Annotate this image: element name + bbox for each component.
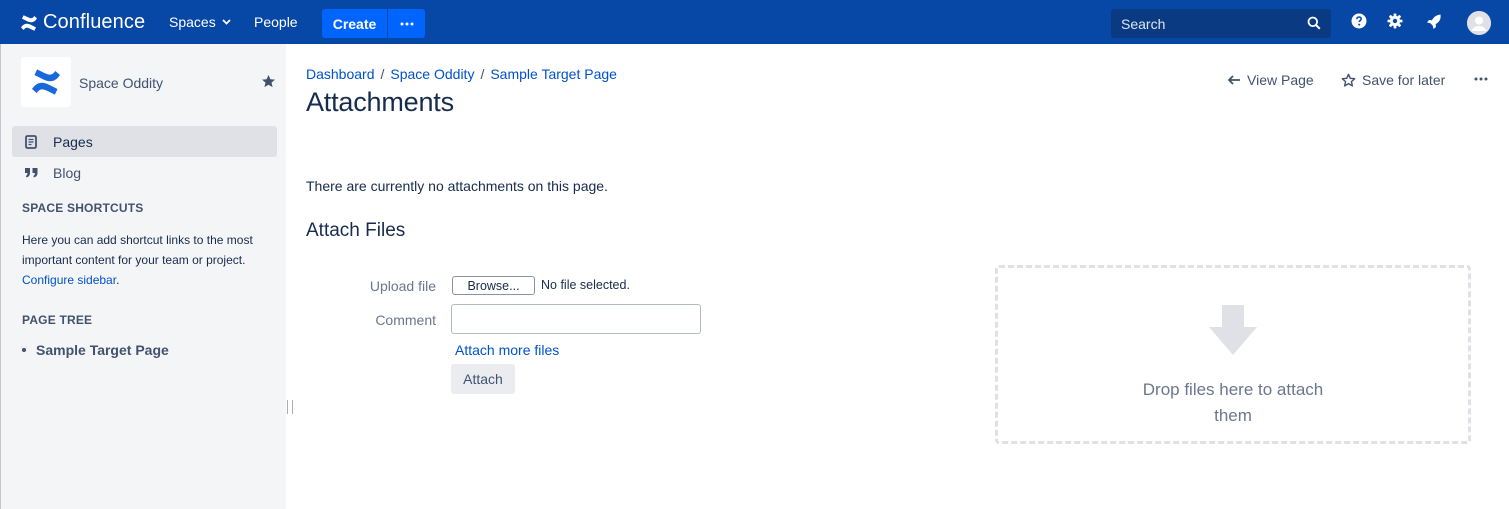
- page-tree-heading: PAGE TREE: [22, 313, 93, 327]
- sidebar-resize-handle[interactable]: [287, 400, 293, 414]
- user-avatar[interactable]: [1467, 11, 1491, 35]
- arrow-left-icon: [1228, 75, 1240, 85]
- logo-text: Confluence: [43, 11, 146, 33]
- breadcrumb: Dashboard / Space Oddity / Sample Target…: [306, 66, 617, 82]
- tree-bullet-icon: [22, 348, 26, 352]
- browse-button[interactable]: Browse...: [452, 276, 535, 295]
- search-input[interactable]: [1121, 15, 1301, 32]
- people-link-label: People: [254, 14, 298, 30]
- breadcrumb-page[interactable]: Sample Target Page: [490, 66, 617, 82]
- breadcrumb-dashboard[interactable]: Dashboard: [306, 66, 375, 82]
- sidebar-item-label: Pages: [53, 133, 93, 150]
- search-icon: [1307, 16, 1321, 30]
- quote-icon: [23, 167, 39, 178]
- spaces-menu-label: Spaces: [169, 14, 216, 30]
- drop-zone-label: Drop files here to attach them: [1142, 380, 1324, 425]
- view-page-button[interactable]: View Page: [1228, 72, 1314, 88]
- shortcuts-description: Here you can add shortcut links to the m…: [22, 233, 253, 267]
- gear-icon[interactable]: [1387, 13, 1403, 29]
- attach-more-files-link[interactable]: Attach more files: [455, 342, 559, 358]
- people-link[interactable]: People: [254, 14, 298, 30]
- confluence-logo[interactable]: Confluence: [20, 11, 145, 34]
- spaces-menu[interactable]: Spaces: [169, 14, 231, 30]
- avatar-icon: [1467, 11, 1491, 35]
- chevron-down-icon: [222, 19, 231, 25]
- save-for-later-button[interactable]: Save for later: [1341, 72, 1445, 88]
- configure-sidebar-link[interactable]: Configure sidebar: [22, 273, 116, 287]
- attach-files-heading: Attach Files: [306, 220, 406, 241]
- space-logo[interactable]: [21, 57, 71, 107]
- no-file-selected-text: No file selected.: [541, 278, 630, 292]
- top-navigation-bar: Confluence Spaces People Create: [0, 0, 1509, 44]
- space-shortcuts-heading: SPACE SHORTCUTS: [22, 201, 144, 215]
- save-for-later-label: Save for later: [1362, 72, 1446, 88]
- upload-file-label: Upload file: [369, 278, 436, 294]
- create-more-button[interactable]: [388, 9, 425, 38]
- space-shortcuts-text: Here you can add shortcut links to the m…: [22, 230, 262, 290]
- breadcrumb-space[interactable]: Space Oddity: [390, 66, 474, 82]
- tree-item[interactable]: Sample Target Page: [22, 342, 169, 358]
- confluence-logo-icon: [21, 14, 37, 31]
- notifications-rocket-icon[interactable]: [1426, 13, 1442, 29]
- file-drop-zone[interactable]: Drop files here to attach them: [995, 265, 1471, 444]
- comment-input[interactable]: [451, 304, 701, 334]
- page-title: Attachments: [306, 87, 454, 117]
- star-outline-icon: [1341, 73, 1356, 87]
- search-box[interactable]: [1111, 9, 1331, 38]
- help-icon[interactable]: [1351, 13, 1367, 29]
- breadcrumb-separator: /: [380, 66, 385, 82]
- no-attachments-message: There are currently no attachments on th…: [306, 178, 608, 194]
- sidebar-item-label: Blog: [53, 164, 82, 181]
- star-filled-icon[interactable]: [261, 74, 276, 89]
- space-name[interactable]: Space Oddity: [79, 75, 163, 91]
- more-horizontal-icon: [400, 22, 413, 25]
- create-button-label: Create: [332, 15, 377, 32]
- space-sidebar: Space Oddity Pages Blog SPACE SHORTCUTS …: [0, 44, 286, 509]
- create-button[interactable]: Create: [322, 9, 387, 38]
- arrow-down-icon: [1209, 305, 1257, 355]
- sidebar-item-blog[interactable]: Blog: [12, 157, 277, 188]
- pages-icon: [23, 134, 39, 149]
- comment-label: Comment: [375, 312, 436, 328]
- view-page-label: View Page: [1247, 72, 1314, 88]
- period: .: [116, 273, 120, 287]
- breadcrumb-separator: /: [480, 66, 485, 82]
- drop-zone-text: Drop files here to attach them: [998, 377, 1468, 429]
- tree-item-label: Sample Target Page: [36, 342, 169, 358]
- more-actions-icon[interactable]: [1474, 77, 1488, 81]
- attach-button[interactable]: Attach: [451, 364, 515, 394]
- confluence-space-icon: [32, 69, 60, 95]
- sidebar-item-pages[interactable]: Pages: [12, 126, 277, 157]
